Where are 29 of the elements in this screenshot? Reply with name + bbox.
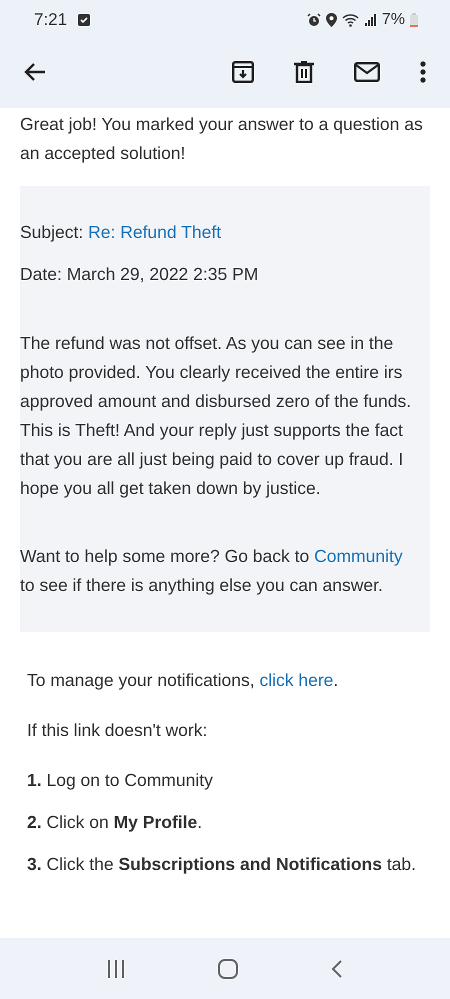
fallback-text: If this link doesn't work: <box>27 719 208 742</box>
signal-icon <box>364 14 377 26</box>
help-text: Want to help some more? Go back to Community to see if there is anything else you can answer. <box>20 545 404 597</box>
subject-link[interactable]: Re: Refund Theft <box>88 222 222 242</box>
archive-icon[interactable] <box>232 61 254 83</box>
home-icon[interactable] <box>218 958 238 978</box>
subject-line: Subject: Re: Refund Theft <box>20 221 222 244</box>
back-arrow-icon[interactable] <box>24 62 46 82</box>
location-icon <box>326 13 337 27</box>
manage-text: To manage your notifications, click here. <box>27 669 340 692</box>
date-line: Date: March 29, 2022 2:35 PM <box>20 263 260 286</box>
battery-icon <box>410 13 418 27</box>
recent-apps-icon[interactable] <box>106 960 125 978</box>
click-here-link[interactable]: click here <box>260 670 334 690</box>
alarm-icon <box>306 13 321 27</box>
community-link[interactable]: Community <box>314 546 403 566</box>
more-icon[interactable] <box>420 61 426 83</box>
step-text: 3. Click the Subscriptions and Notifications tab. <box>27 853 418 876</box>
step-text: 2. Click on My Profile. <box>27 811 204 834</box>
trash-icon[interactable] <box>294 61 314 83</box>
intro-text: Great job! You marked your answer to a question as an accepted solution! <box>19 113 424 165</box>
mail-icon[interactable] <box>354 62 380 82</box>
back-icon[interactable] <box>331 960 344 978</box>
status-time: 7:21 <box>34 10 68 30</box>
wifi-icon <box>342 13 360 27</box>
message-body: The refund was not offset. As you can see in the photo provided. You clearly received the entire irs approved amount and disbursed zero of the funds. This is Theft! And your reply just supports the fact that you are all just being paid to cover up fraud. I hope you all get taken down by justice. <box>20 332 412 500</box>
step-text: 1. Log on to Community <box>27 769 214 792</box>
notification-check-icon <box>78 14 90 26</box>
battery-percent: 7% <box>382 11 405 29</box>
